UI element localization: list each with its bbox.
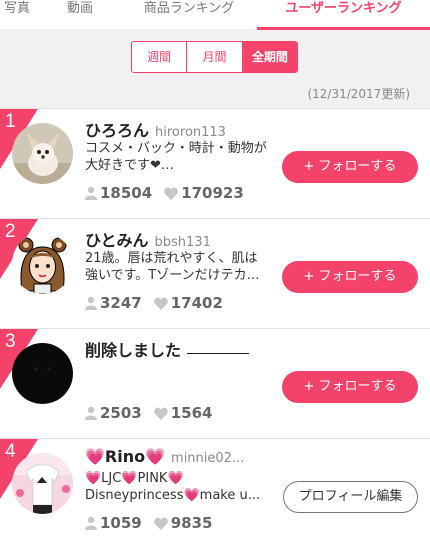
user-bio: コスメ・バック・時計・動物が 大好きです❤… (85, 141, 267, 173)
period-filter-area: 週間 月間 全期間 (12/31/2017更新) (0, 30, 430, 108)
user-row-3[interactable]: 3 削除しました 2503 1564 + フォローする (0, 328, 430, 438)
follower-count: 18504 (100, 184, 153, 202)
like-count: 1564 (170, 404, 213, 422)
user-display-name[interactable]: ひとみん (85, 231, 149, 250)
follow-button[interactable]: + フォローする (282, 261, 418, 293)
follow-button[interactable]: + フォローする (282, 151, 418, 183)
user-id: minnie02... (171, 451, 245, 466)
person-icon (85, 406, 97, 420)
heart-icon (154, 297, 168, 310)
like-count: 9835 (170, 514, 213, 532)
tab-user-ranking[interactable]: ユーザーランキング (257, 0, 430, 30)
tshirt-photo-avatar-icon (12, 453, 73, 514)
avatar[interactable] (12, 123, 73, 184)
user-stats: 1059 9835 (85, 514, 225, 532)
user-row-2[interactable]: 2 ひとみん bbsh131 21歳。唇は荒れやすく、肌は 強いです。Tゾーンだけ… (0, 218, 430, 328)
user-stats: 2503 1564 (85, 404, 225, 422)
girl-avatar-icon (12, 233, 73, 294)
user-bio: 💗LJC💗PINK💗 Disneyprincess💗make u... (85, 471, 261, 503)
user-display-name[interactable]: 💗Rino💗 (85, 447, 165, 466)
period-weekly-button[interactable]: 週間 (132, 42, 186, 72)
follower-count: 3247 (100, 294, 142, 312)
user-id: bbsh131 (154, 235, 211, 250)
edit-profile-button[interactable]: プロフィール編集 (283, 481, 418, 513)
deleted-user-avatar-icon (12, 343, 73, 404)
tab-video[interactable]: 動画 (62, 0, 98, 30)
rank-number: 2 (5, 221, 16, 242)
name-line: 削除しました (85, 337, 250, 360)
name-line: ひとみん bbsh131 (85, 227, 211, 250)
divider-line (187, 353, 250, 354)
person-icon (85, 296, 97, 310)
heart-icon (154, 517, 168, 530)
dog-avatar-icon (12, 123, 73, 184)
user-bio: 21歳。唇は荒れやすく、肌は 強いです。Tゾーンだけテカ… (85, 251, 260, 283)
name-line: 💗Rino💗 minnie02... (85, 447, 244, 469)
ranking-tabs: 写真 動画 商品ランキング ユーザーランキング (0, 0, 430, 30)
avatar[interactable] (12, 343, 73, 404)
period-all-time-button[interactable]: 全期間 (241, 42, 297, 72)
person-icon (85, 186, 97, 200)
rank-number: 4 (5, 441, 16, 462)
avatar[interactable] (12, 453, 73, 514)
user-stats: 18504 170923 (85, 184, 256, 202)
avatar[interactable] (12, 233, 73, 294)
person-icon (85, 516, 97, 530)
follow-button[interactable]: + フォローする (282, 371, 418, 403)
updated-date: (12/31/2017更新) (307, 87, 410, 101)
user-stats: 3247 17402 (85, 294, 235, 312)
tab-product-ranking[interactable]: 商品ランキング (137, 0, 241, 30)
user-display-name[interactable]: 削除しました (85, 341, 181, 360)
like-count: 17402 (170, 294, 223, 312)
rank-number: 3 (5, 331, 16, 352)
name-line: ひろろん hiroron113 (85, 117, 226, 140)
heart-icon (164, 187, 178, 200)
user-display-name[interactable]: ひろろん (85, 121, 149, 140)
rank-number: 1 (5, 111, 16, 132)
heart-icon (154, 407, 168, 420)
user-row-4[interactable]: 4 💗Rino💗 minnie02... 💗LJC💗PINK💗 Disneypri… (0, 438, 430, 538)
follower-count: 1059 (100, 514, 142, 532)
tab-photo[interactable]: 写真 (0, 0, 30, 30)
follower-count: 2503 (100, 404, 142, 422)
like-count: 170923 (181, 184, 244, 202)
user-row-1[interactable]: 1 ひろろん hiroron113 コスメ・バック・時計・動物が 大好きです❤… … (0, 108, 430, 218)
user-id: hiroron113 (155, 125, 226, 140)
period-segmented-control: 週間 月間 全期間 (131, 41, 298, 73)
period-monthly-button[interactable]: 月間 (186, 42, 241, 72)
